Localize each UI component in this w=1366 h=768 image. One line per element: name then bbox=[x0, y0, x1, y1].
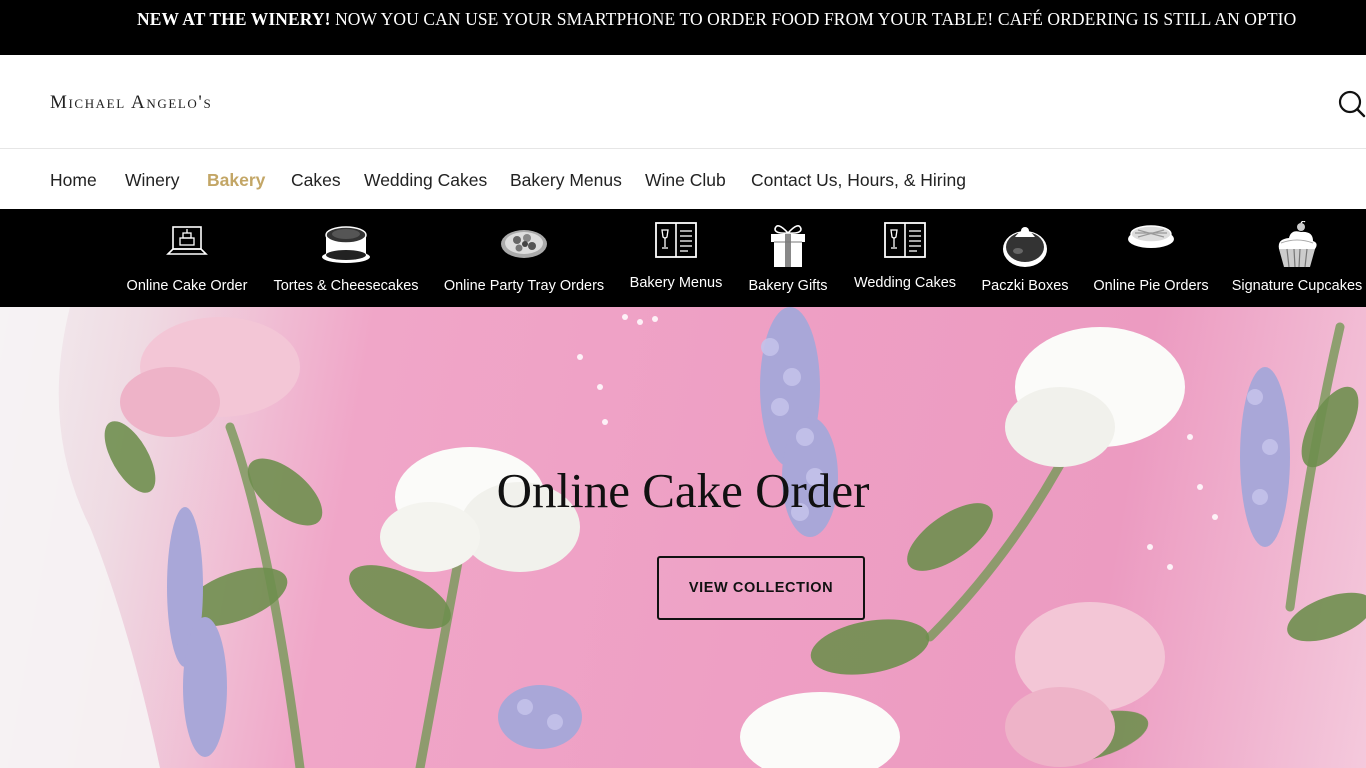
nav-contact[interactable]: Contact Us, Hours, & Hiring bbox=[751, 170, 966, 191]
nav-wine-club[interactable]: Wine Club bbox=[645, 170, 726, 191]
announcement-bold: NEW AT THE WINERY! bbox=[137, 9, 331, 29]
category-party-tray-orders[interactable]: Online Party Tray Orders bbox=[438, 209, 610, 307]
category-label: Bakery Menus bbox=[629, 275, 723, 291]
menu-book-icon bbox=[655, 222, 697, 258]
category-paczki-boxes[interactable]: Paczki Boxes bbox=[976, 209, 1074, 307]
menu-book-icon bbox=[884, 222, 926, 258]
category-label: Signature Cupcakes bbox=[1231, 278, 1363, 294]
category-label: Paczki Boxes bbox=[981, 278, 1069, 294]
category-strip: Online Cake Order Tortes & Cheesecakes O… bbox=[0, 209, 1366, 307]
nav-bakery[interactable]: Bakery bbox=[207, 170, 265, 191]
category-label: Online Pie Orders bbox=[1093, 278, 1209, 294]
nav-home[interactable]: Home bbox=[50, 170, 97, 191]
party-tray-icon bbox=[501, 230, 547, 258]
laptop-cake-icon bbox=[166, 226, 208, 255]
hero-banner: Online Cake Order VIEW COLLECTION bbox=[0, 307, 1366, 768]
category-signature-cupcakes[interactable]: Signature Cupcakes bbox=[1228, 209, 1366, 307]
category-label: Online Cake Order bbox=[126, 278, 248, 294]
announcement-text: NEW AT THE WINERY! NOW YOU CAN USE YOUR … bbox=[137, 9, 1296, 30]
gift-box-icon bbox=[771, 225, 805, 267]
nav-wedding-cakes[interactable]: Wedding Cakes bbox=[364, 170, 487, 191]
nav-winery[interactable]: Winery bbox=[125, 170, 179, 191]
category-label: Bakery Gifts bbox=[748, 278, 828, 294]
hero-cake-image bbox=[0, 307, 1366, 768]
site-header: Michael Angelo's bbox=[0, 55, 1366, 149]
nav-cakes[interactable]: Cakes bbox=[291, 170, 341, 191]
category-label: Online Party Tray Orders bbox=[443, 278, 605, 294]
announcement-bar: NEW AT THE WINERY! NOW YOU CAN USE YOUR … bbox=[0, 0, 1366, 55]
category-bakery-gifts[interactable]: Bakery Gifts bbox=[742, 209, 834, 307]
announcement-message: NOW YOU CAN USE YOUR SMARTPHONE TO ORDER… bbox=[330, 9, 1297, 29]
paczki-icon bbox=[1003, 227, 1047, 267]
category-online-cake-order[interactable]: Online Cake Order bbox=[118, 209, 256, 307]
category-wedding-cakes[interactable]: Wedding Cakes bbox=[846, 209, 964, 307]
category-label: Wedding Cakes bbox=[853, 275, 957, 291]
view-collection-button[interactable]: VIEW COLLECTION bbox=[657, 556, 865, 620]
category-label: Tortes & Cheesecakes bbox=[273, 278, 419, 294]
cheesecake-icon bbox=[322, 226, 370, 263]
hero-title: Online Cake Order bbox=[496, 463, 870, 518]
category-tortes-cheesecakes[interactable]: Tortes & Cheesecakes bbox=[268, 209, 424, 307]
cupcake-icon bbox=[1278, 221, 1317, 268]
category-bakery-menus[interactable]: Bakery Menus bbox=[622, 209, 730, 307]
main-nav: Home Winery Bakery Cakes Wedding Cakes B… bbox=[0, 149, 1366, 209]
pie-icon bbox=[1128, 225, 1174, 248]
nav-bakery-menus[interactable]: Bakery Menus bbox=[510, 170, 622, 191]
search-icon[interactable] bbox=[1336, 89, 1366, 119]
category-pie-orders[interactable]: Online Pie Orders bbox=[1086, 209, 1216, 307]
site-logo[interactable]: Michael Angelo's bbox=[50, 92, 212, 114]
